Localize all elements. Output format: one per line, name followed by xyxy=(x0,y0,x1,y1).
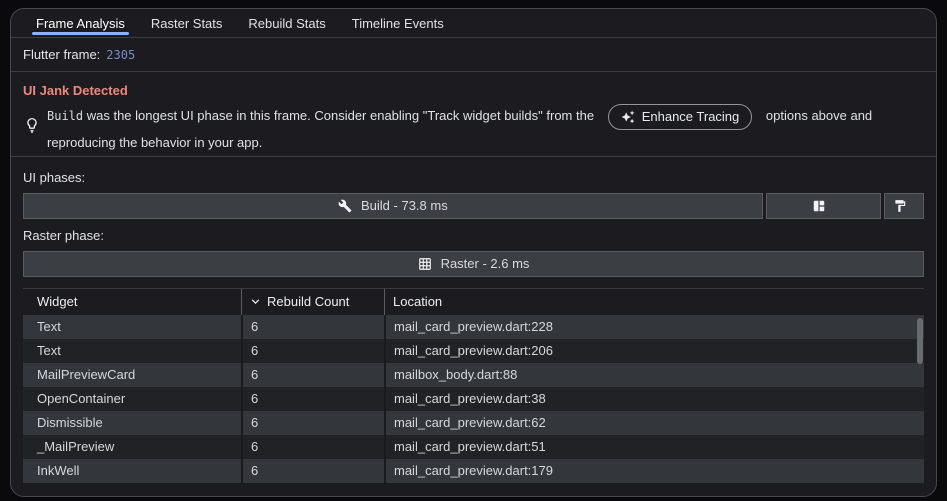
table-header: Widget Rebuild Count Location xyxy=(23,289,924,315)
ui-jank-detected-title: UI Jank Detected xyxy=(11,72,936,98)
flutter-frame-row: Flutter frame: 2305 xyxy=(11,38,936,72)
hint-text-part1: was the longest UI phase in this frame. … xyxy=(83,108,594,123)
flutter-frame-number: 2305 xyxy=(106,48,135,62)
selected-tab-underline xyxy=(32,32,129,35)
chevron-down-icon xyxy=(248,294,263,309)
table-row[interactable]: OpenContainer6mail_card_preview.dart:38 xyxy=(23,387,924,411)
location-cell: mail_card_preview.dart:179 xyxy=(384,459,924,483)
ui-phases-bar: Build - 73.8 ms xyxy=(23,193,924,219)
table-body: Text6mail_card_preview.dart:228Text6mail… xyxy=(23,315,924,483)
tab-bar: Frame Analysis Raster Stats Rebuild Stat… xyxy=(11,9,936,38)
auto-awesome-icon xyxy=(621,110,635,124)
raster-phase-label: Raster phase: xyxy=(11,219,936,243)
phase-segment-label: Raster - 2.6 ms xyxy=(441,256,530,271)
hint-code-term: Build xyxy=(47,109,83,123)
tab-label: Timeline Events xyxy=(352,16,444,31)
tab-frame-analysis[interactable]: Frame Analysis xyxy=(23,9,138,37)
phase-segment-label: Build - 73.8 ms xyxy=(361,198,448,213)
location-cell: mail_card_preview.dart:62 xyxy=(384,411,924,435)
tab-timeline-events[interactable]: Timeline Events xyxy=(339,9,457,37)
enhance-tracing-button[interactable]: Enhance Tracing xyxy=(608,104,753,130)
phase-segment-build[interactable]: Build - 73.8 ms xyxy=(23,193,763,219)
tab-label: Rebuild Stats xyxy=(248,16,325,31)
column-header-rebuild-count[interactable]: Rebuild Count xyxy=(241,289,384,315)
mosaic-icon xyxy=(812,199,826,213)
table-row[interactable]: MailPreviewCard6mailbox_body.dart:88 xyxy=(23,363,924,387)
location-cell: mail_card_preview.dart:38 xyxy=(384,387,924,411)
table-row[interactable]: _MailPreview6mail_card_preview.dart:51 xyxy=(23,435,924,459)
location-cell: mailbox_body.dart:88 xyxy=(384,363,924,387)
rebuild-count-cell: 6 xyxy=(241,363,384,387)
location-cell: mail_card_preview.dart:51 xyxy=(384,435,924,459)
phase-segment-raster[interactable]: Raster - 2.6 ms xyxy=(23,251,924,277)
tab-rebuild-stats[interactable]: Rebuild Stats xyxy=(235,9,338,37)
table-row[interactable]: InkWell6mail_card_preview.dart:179 xyxy=(23,459,924,483)
widget-cell: OpenContainer xyxy=(23,391,241,406)
ui-phases-label: UI phases: xyxy=(11,157,936,185)
phase-segment-paint[interactable] xyxy=(884,193,924,219)
column-header-widget[interactable]: Widget xyxy=(23,289,241,315)
rebuild-count-cell: 6 xyxy=(241,339,384,363)
tab-label: Frame Analysis xyxy=(36,16,125,31)
table-row[interactable]: Text6mail_card_preview.dart:206 xyxy=(23,339,924,363)
rebuild-count-cell: 6 xyxy=(241,435,384,459)
frame-analysis-panel: Frame Analysis Raster Stats Rebuild Stat… xyxy=(10,8,937,497)
enhance-tracing-label: Enhance Tracing xyxy=(642,105,740,129)
rebuild-stats-table: Widget Rebuild Count Location Text6mail_… xyxy=(23,288,924,483)
table-scrollbar[interactable] xyxy=(917,318,923,364)
tab-label: Raster Stats xyxy=(151,16,223,31)
grid-icon xyxy=(418,257,432,271)
phase-segment-layout[interactable] xyxy=(766,193,881,219)
lightbulb-icon xyxy=(23,116,41,134)
location-cell: mail_card_preview.dart:206 xyxy=(384,339,924,363)
raster-phase-bar: Raster - 2.6 ms xyxy=(23,251,924,277)
hint-text: Build was the longest UI phase in this f… xyxy=(47,103,924,155)
location-cell: mail_card_preview.dart:228 xyxy=(384,315,924,339)
widget-cell: Text xyxy=(23,319,241,334)
jank-hint: Build was the longest UI phase in this f… xyxy=(11,98,936,157)
widget-cell: _MailPreview xyxy=(23,439,241,454)
tab-raster-stats[interactable]: Raster Stats xyxy=(138,9,236,37)
rebuild-count-cell: 6 xyxy=(241,387,384,411)
widget-cell: Text xyxy=(23,343,241,358)
table-row[interactable]: Dismissible6mail_card_preview.dart:62 xyxy=(23,411,924,435)
widget-cell: MailPreviewCard xyxy=(23,367,241,382)
widget-cell: InkWell xyxy=(23,463,241,478)
paint-roller-icon xyxy=(893,199,907,213)
widget-cell: Dismissible xyxy=(23,415,241,430)
flutter-frame-label: Flutter frame: xyxy=(23,47,100,62)
rebuild-count-cell: 6 xyxy=(241,315,384,339)
table-row[interactable]: Text6mail_card_preview.dart:228 xyxy=(23,315,924,339)
rebuild-count-cell: 6 xyxy=(241,459,384,483)
column-header-location[interactable]: Location xyxy=(384,289,924,315)
wrench-icon xyxy=(338,199,352,213)
rebuild-count-cell: 6 xyxy=(241,411,384,435)
